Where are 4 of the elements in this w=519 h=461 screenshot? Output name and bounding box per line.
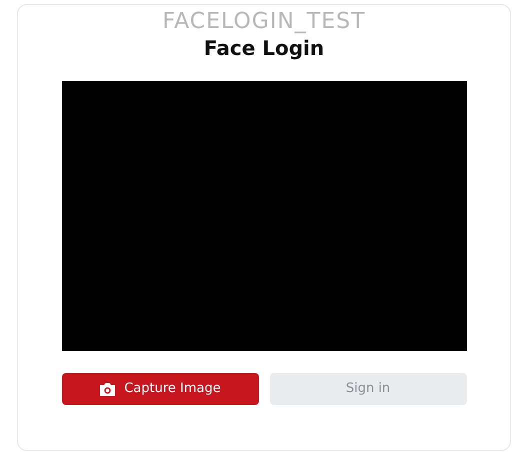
page-title: Face Login: [204, 36, 324, 60]
capture-button[interactable]: Capture Image: [62, 373, 258, 405]
camera-icon: [99, 382, 116, 396]
app-name: FACELOGIN_TEST: [162, 8, 366, 36]
